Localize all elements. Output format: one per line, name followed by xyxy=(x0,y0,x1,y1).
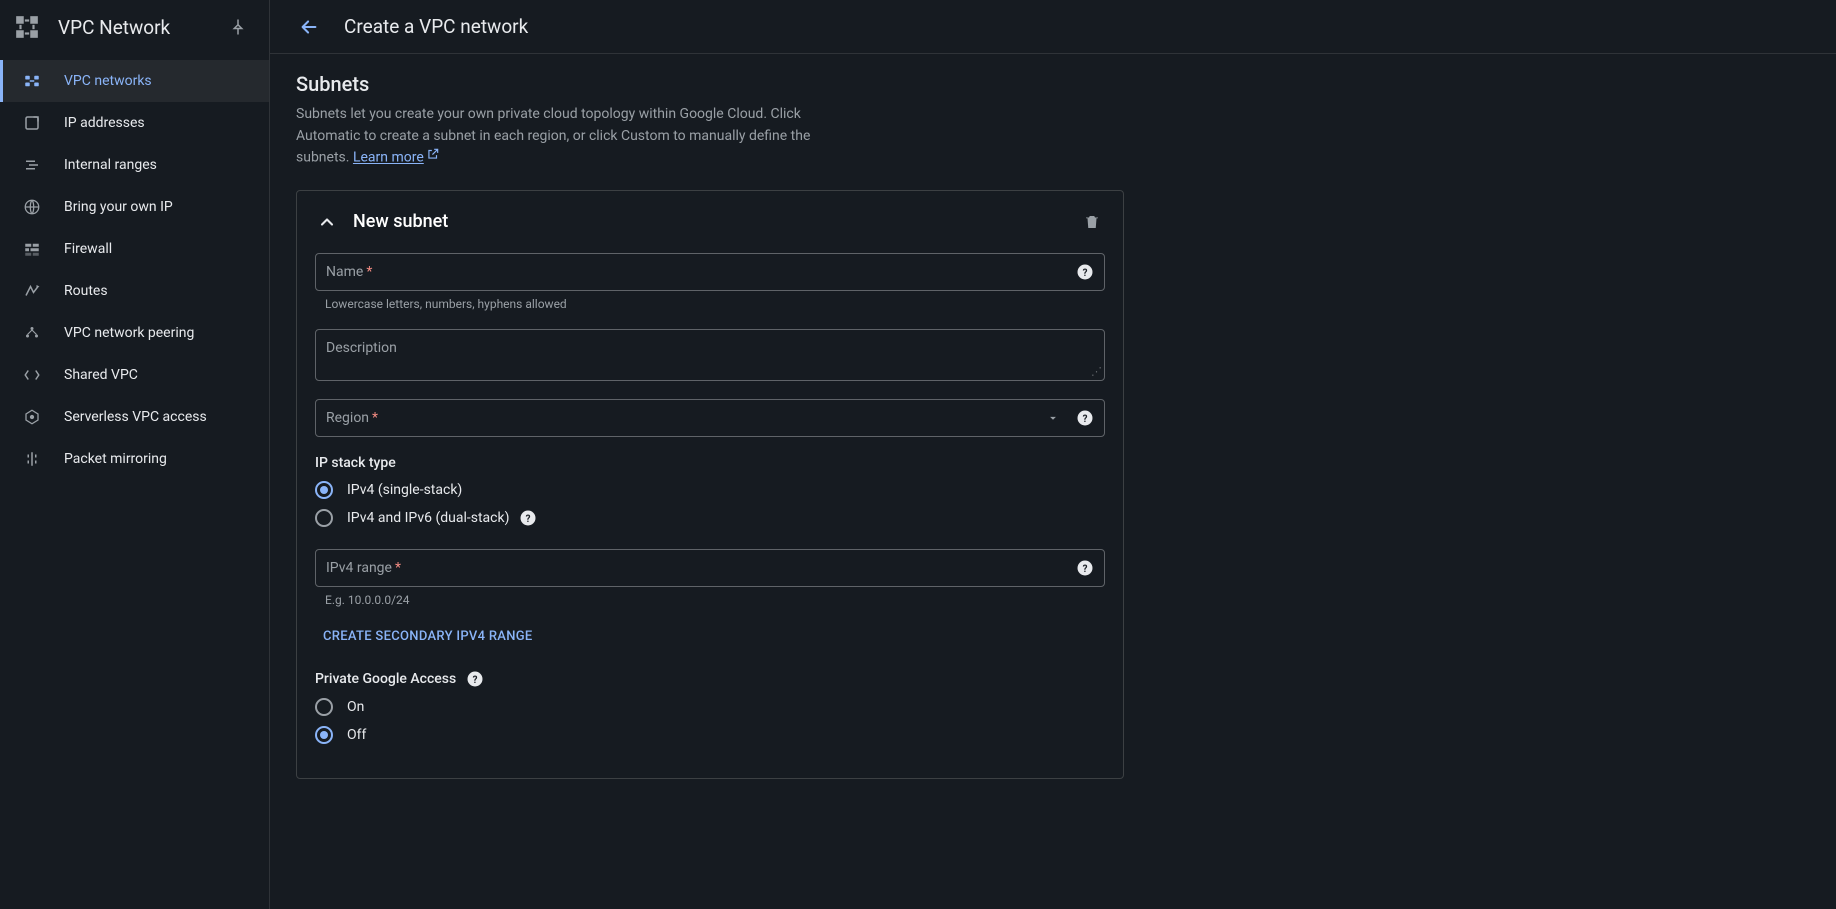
topbar: Create a VPC network xyxy=(270,0,1836,54)
region-select[interactable]: Region* ? xyxy=(315,399,1105,437)
subnets-title: Subnets xyxy=(296,72,1124,96)
serverless-icon xyxy=(22,407,42,427)
nav-label: VPC network peering xyxy=(64,325,194,341)
svg-text:?: ? xyxy=(1083,267,1088,278)
page-title: Create a VPC network xyxy=(344,15,528,38)
vpc-logo-icon xyxy=(14,14,40,40)
ranges-icon xyxy=(22,155,42,175)
radio-icon xyxy=(315,481,333,499)
dropdown-arrow-icon xyxy=(1046,411,1060,425)
region-field: Region* ? xyxy=(315,399,1105,437)
nav-packet-mirroring[interactable]: Packet mirroring xyxy=(0,438,269,480)
ip-stack-group: IP stack type IPv4 (single-stack) IPv4 a… xyxy=(315,455,1105,527)
card-title: New subnet xyxy=(353,211,1079,232)
radio-ipv4-single[interactable]: IPv4 (single-stack) xyxy=(315,481,1105,499)
external-link-icon xyxy=(426,149,440,165)
nav-label: Internal ranges xyxy=(64,157,157,173)
sidebar-header: VPC Network xyxy=(0,0,269,54)
required-asterisk: * xyxy=(366,264,372,280)
nav-ip-addresses[interactable]: IP addresses xyxy=(0,102,269,144)
name-input[interactable] xyxy=(380,264,1068,280)
nav-firewall[interactable]: Firewall xyxy=(0,228,269,270)
radio-pga-on[interactable]: On xyxy=(315,698,1105,716)
radio-icon xyxy=(315,726,333,744)
nav-byoip[interactable]: Bring your own IP xyxy=(0,186,269,228)
network-icon xyxy=(22,71,42,91)
globe-icon xyxy=(22,197,42,217)
description-field: Description ⋰ xyxy=(315,329,1105,381)
pin-icon[interactable] xyxy=(223,12,253,42)
nav-label: Firewall xyxy=(64,241,112,257)
sidebar: VPC Network VPC networks IP addresses In… xyxy=(0,0,270,909)
pga-label: Private Google Access ? xyxy=(315,670,1105,688)
mirror-icon xyxy=(22,449,42,469)
create-secondary-range-button[interactable]: CREATE SECONDARY IPV4 RANGE xyxy=(315,629,533,644)
required-asterisk: * xyxy=(372,410,378,426)
content: Subnets Subnets let you create your own … xyxy=(270,54,1150,797)
learn-more-link[interactable]: Learn more xyxy=(353,150,424,166)
sidebar-nav: VPC networks IP addresses Internal range… xyxy=(0,54,269,480)
nav-shared-vpc[interactable]: Shared VPC xyxy=(0,354,269,396)
radio-ipv4-ipv6-dual[interactable]: IPv4 and IPv6 (dual-stack) ? xyxy=(315,509,1105,527)
new-subnet-card: New subnet Name* ? Lowercase letters, nu… xyxy=(296,190,1124,779)
nav-label: VPC networks xyxy=(64,73,152,89)
radio-icon xyxy=(315,509,333,527)
ipv4-range-input-row[interactable]: IPv4 range* ? xyxy=(315,549,1105,587)
nav-label: IP addresses xyxy=(64,115,145,131)
help-icon[interactable]: ? xyxy=(466,670,484,688)
back-arrow-icon[interactable] xyxy=(294,12,324,42)
chevron-up-icon[interactable] xyxy=(315,210,339,234)
resize-handle-icon: ⋰ xyxy=(1091,365,1102,378)
description-textarea[interactable]: Description ⋰ xyxy=(315,329,1105,381)
ipv4-hint: E.g. 10.0.0.0/24 xyxy=(315,593,1105,607)
subnets-description: Subnets let you create your own private … xyxy=(296,104,836,170)
help-icon[interactable]: ? xyxy=(1076,263,1094,281)
nav-label: Bring your own IP xyxy=(64,199,173,215)
nav-label: Serverless VPC access xyxy=(64,409,207,425)
shared-icon xyxy=(22,365,42,385)
nav-peering[interactable]: VPC network peering xyxy=(0,312,269,354)
help-icon[interactable]: ? xyxy=(1076,409,1094,427)
peering-icon xyxy=(22,323,42,343)
nav-label: Packet mirroring xyxy=(64,451,167,467)
nav-internal-ranges[interactable]: Internal ranges xyxy=(0,144,269,186)
routes-icon xyxy=(22,281,42,301)
required-asterisk: * xyxy=(395,560,401,576)
firewall-icon xyxy=(22,239,42,259)
radio-icon xyxy=(315,698,333,716)
svg-text:?: ? xyxy=(1083,563,1088,574)
private-google-access-group: Private Google Access ? On Off xyxy=(315,670,1105,744)
radio-pga-off[interactable]: Off xyxy=(315,726,1105,744)
svg-text:?: ? xyxy=(473,674,478,685)
sidebar-title: VPC Network xyxy=(58,16,223,39)
svg-text:?: ? xyxy=(1083,413,1088,424)
ip-stack-label: IP stack type xyxy=(315,455,1105,471)
main: Create a VPC network Subnets Subnets let… xyxy=(270,0,1836,909)
help-icon[interactable]: ? xyxy=(519,509,537,527)
nav-label: Routes xyxy=(64,283,108,299)
svg-text:?: ? xyxy=(526,513,531,524)
card-header: New subnet xyxy=(315,209,1105,235)
help-icon[interactable]: ? xyxy=(1076,559,1094,577)
nav-routes[interactable]: Routes xyxy=(0,270,269,312)
nav-label: Shared VPC xyxy=(64,367,138,383)
ipv4-range-input[interactable] xyxy=(409,560,1068,576)
trash-icon[interactable] xyxy=(1079,209,1105,235)
name-field: Name* ? Lowercase letters, numbers, hyph… xyxy=(315,253,1105,311)
nav-vpc-networks[interactable]: VPC networks xyxy=(0,60,269,102)
ipv4-range-field: IPv4 range* ? E.g. 10.0.0.0/24 xyxy=(315,549,1105,607)
name-hint: Lowercase letters, numbers, hyphens allo… xyxy=(315,297,1105,311)
name-input-row[interactable]: Name* ? xyxy=(315,253,1105,291)
nav-serverless[interactable]: Serverless VPC access xyxy=(0,396,269,438)
ip-icon xyxy=(22,113,42,133)
